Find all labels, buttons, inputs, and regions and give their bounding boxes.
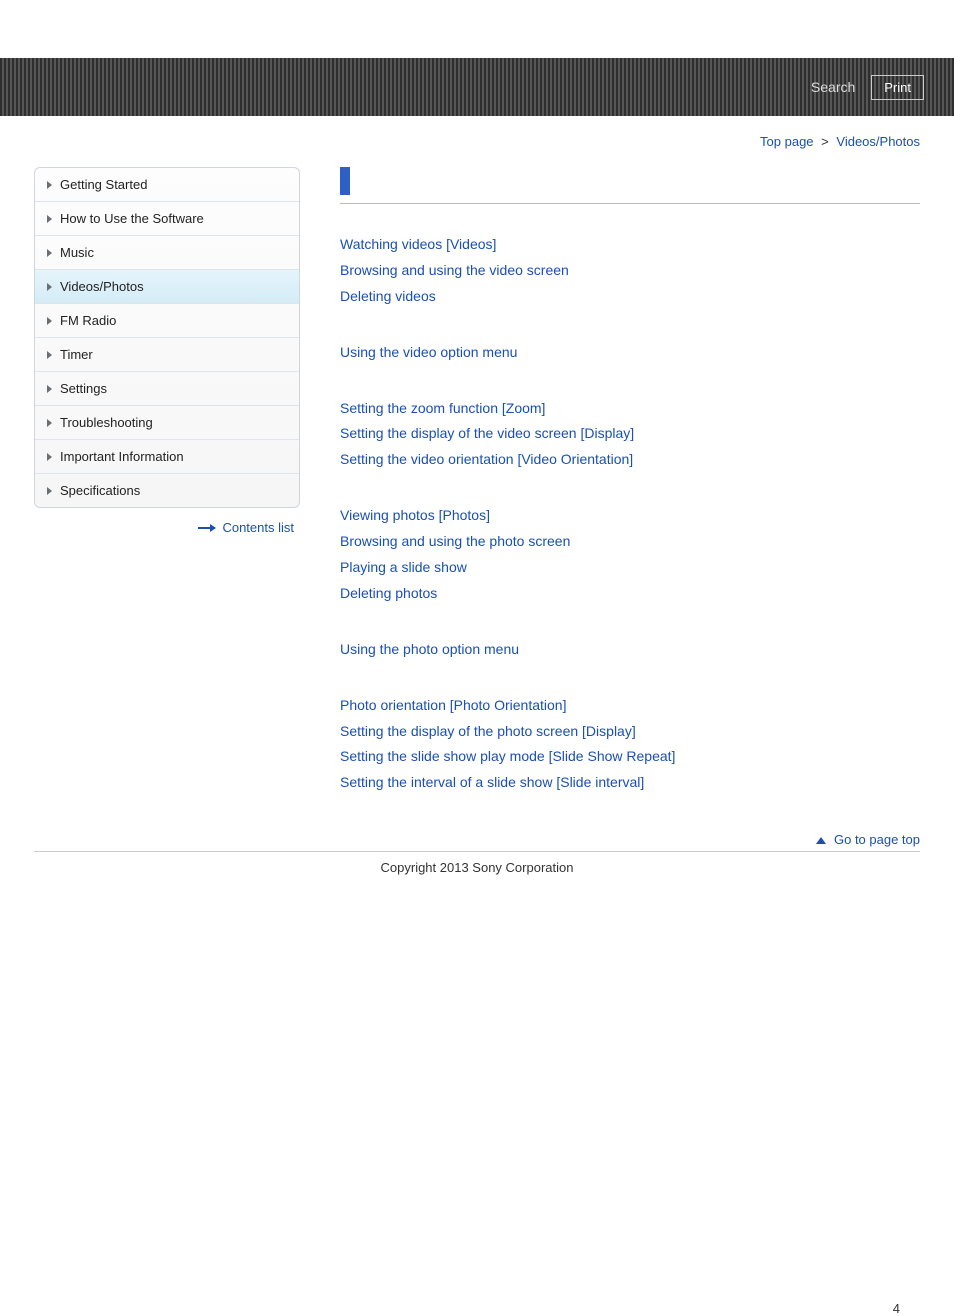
link-group: Using the photo option menu bbox=[340, 637, 920, 663]
triangle-right-icon bbox=[47, 419, 52, 427]
content-link[interactable]: Deleting photos bbox=[340, 581, 920, 607]
content-link[interactable]: Browsing and using the video screen bbox=[340, 258, 920, 284]
arrow-right-icon bbox=[198, 525, 216, 531]
sidebar-item-videos-photos[interactable]: Videos/Photos bbox=[35, 270, 299, 304]
content-link[interactable]: Using the video option menu bbox=[340, 340, 920, 366]
content-link[interactable]: Setting the interval of a slide show [Sl… bbox=[340, 770, 920, 796]
sidebar-item-label: Specifications bbox=[60, 483, 140, 498]
content-link[interactable]: Browsing and using the photo screen bbox=[340, 529, 920, 555]
content-link[interactable]: Photo orientation [Photo Orientation] bbox=[340, 693, 920, 719]
go-to-page-top-label: Go to page top bbox=[834, 832, 920, 847]
contents-list-link[interactable]: Contents list bbox=[34, 508, 300, 535]
copyright-text: Copyright 2013 Sony Corporation bbox=[0, 852, 954, 881]
triangle-right-icon bbox=[47, 385, 52, 393]
page-number: 4 bbox=[0, 881, 954, 1316]
sidebar-item-label: Important Information bbox=[60, 449, 184, 464]
sidebar-item-label: How to Use the Software bbox=[60, 211, 204, 226]
section-heading-row bbox=[340, 167, 920, 204]
sidebar-item-label: Music bbox=[60, 245, 94, 260]
search-input[interactable]: Search bbox=[805, 75, 861, 99]
sidebar-item-label: Getting Started bbox=[60, 177, 147, 192]
breadcrumb-separator: > bbox=[817, 134, 833, 149]
sidebar-item-label: Videos/Photos bbox=[60, 279, 144, 294]
link-group: Photo orientation [Photo Orientation]Set… bbox=[340, 693, 920, 797]
triangle-right-icon bbox=[47, 351, 52, 359]
content-link[interactable]: Setting the display of the photo screen … bbox=[340, 719, 920, 745]
top-white-band bbox=[0, 0, 954, 58]
content-link[interactable]: Setting the slide show play mode [Slide … bbox=[340, 744, 920, 770]
main-content: Watching videos [Videos]Browsing and usi… bbox=[340, 167, 920, 826]
content-link[interactable]: Setting the zoom function [Zoom] bbox=[340, 396, 920, 422]
link-group: Using the video option menu bbox=[340, 340, 920, 366]
sidebar-item-music[interactable]: Music bbox=[35, 236, 299, 270]
triangle-right-icon bbox=[47, 317, 52, 325]
triangle-up-icon bbox=[816, 837, 826, 844]
sidebar: Getting Started How to Use the Software Mu… bbox=[34, 167, 300, 535]
sidebar-item-label: Timer bbox=[60, 347, 93, 362]
sidebar-item-fm-radio[interactable]: FM Radio bbox=[35, 304, 299, 338]
breadcrumb: Top page > Videos/Photos bbox=[0, 116, 954, 149]
content-link[interactable]: Watching videos [Videos] bbox=[340, 232, 920, 258]
content-link[interactable]: Setting the display of the video screen … bbox=[340, 421, 920, 447]
go-to-page-top[interactable]: Go to page top bbox=[0, 826, 954, 851]
triangle-right-icon bbox=[47, 249, 52, 257]
sidebar-item-timer[interactable]: Timer bbox=[35, 338, 299, 372]
heading-accent-bar bbox=[340, 167, 350, 195]
sidebar-item-important-information[interactable]: Important Information bbox=[35, 440, 299, 474]
triangle-right-icon bbox=[47, 181, 52, 189]
triangle-right-icon bbox=[47, 487, 52, 495]
content-link[interactable]: Playing a slide show bbox=[340, 555, 920, 581]
triangle-right-icon bbox=[47, 215, 52, 223]
triangle-right-icon bbox=[47, 283, 52, 291]
link-group: Watching videos [Videos]Browsing and usi… bbox=[340, 232, 920, 310]
content-link[interactable]: Viewing photos [Photos] bbox=[340, 503, 920, 529]
breadcrumb-current: Videos/Photos bbox=[836, 134, 920, 149]
sidebar-nav-list: Getting Started How to Use the Software Mu… bbox=[34, 167, 300, 508]
sidebar-item-label: Troubleshooting bbox=[60, 415, 153, 430]
sidebar-item-settings[interactable]: Settings bbox=[35, 372, 299, 406]
sidebar-item-label: Settings bbox=[60, 381, 107, 396]
sidebar-item-how-to-use-the-software[interactable]: How to Use the Software bbox=[35, 202, 299, 236]
sidebar-item-getting-started[interactable]: Getting Started bbox=[35, 168, 299, 202]
link-group: Viewing photos [Photos]Browsing and usin… bbox=[340, 503, 920, 607]
breadcrumb-top-page[interactable]: Top page bbox=[760, 134, 814, 149]
content-link[interactable]: Setting the video orientation [Video Ori… bbox=[340, 447, 920, 473]
header-stripe-band: Search Print bbox=[0, 58, 954, 116]
contents-list-label: Contents list bbox=[222, 520, 294, 535]
triangle-right-icon bbox=[47, 453, 52, 461]
content-link[interactable]: Using the photo option menu bbox=[340, 637, 920, 663]
print-button[interactable]: Print bbox=[871, 75, 924, 100]
content-link[interactable]: Deleting videos bbox=[340, 284, 920, 310]
sidebar-item-label: FM Radio bbox=[60, 313, 116, 328]
link-group: Setting the zoom function [Zoom]Setting … bbox=[340, 396, 920, 474]
sidebar-item-specifications[interactable]: Specifications bbox=[35, 474, 299, 507]
sidebar-item-troubleshooting[interactable]: Troubleshooting bbox=[35, 406, 299, 440]
